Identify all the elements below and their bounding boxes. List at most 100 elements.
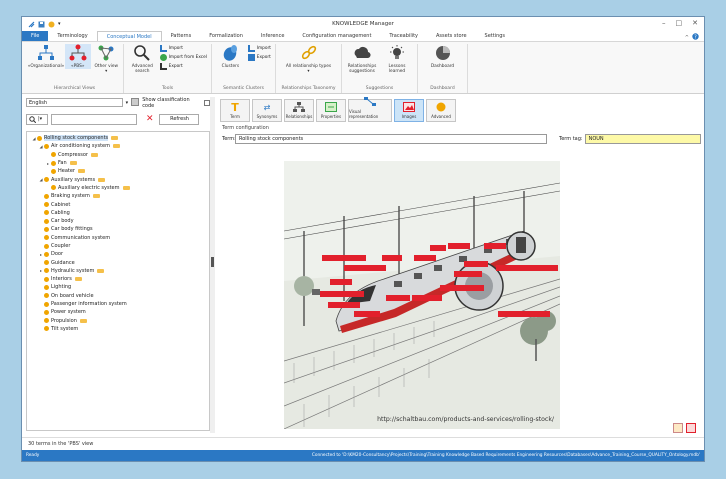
pane-splitter[interactable]: [210, 97, 215, 433]
excel-icon: [159, 54, 167, 61]
tree-item[interactable]: Interiors: [27, 275, 209, 283]
language-select[interactable]: English: [26, 98, 123, 107]
tree-item[interactable]: ◢ Auxiliary systems: [27, 175, 209, 183]
collapse-ribbon-icon[interactable]: ^: [685, 35, 689, 41]
import-excel-button[interactable]: Import from Excel: [159, 54, 207, 61]
tree-item[interactable]: Auxiliary electric system: [27, 184, 209, 192]
tree-item[interactable]: ◢ Air conditioning system: [27, 142, 209, 150]
search-options-button[interactable]: |▾: [26, 113, 48, 125]
folder-icon: [92, 194, 100, 199]
tree-item-label: Heater: [58, 168, 75, 175]
tree-item-label: On board vehicle: [51, 292, 94, 299]
term-configuration-heading: Term configuration: [222, 125, 269, 131]
visual-representation-tool-button[interactable]: Visual representation: [348, 97, 392, 122]
clusters-button[interactable]: Clusters: [216, 44, 245, 69]
maximize-icon[interactable]: □: [676, 19, 683, 27]
organizational-view-button[interactable]: «Organizational»: [28, 44, 64, 69]
term-tool-button[interactable]: T Term: [220, 99, 250, 122]
refresh-button[interactable]: Refresh: [158, 113, 199, 125]
tree-item[interactable]: Guidance: [27, 258, 209, 266]
tree-item[interactable]: Propulsion: [27, 317, 209, 325]
tree-item-label: Cabinet: [51, 201, 71, 208]
tree-item[interactable]: On board vehicle: [27, 292, 209, 300]
tab-patterns[interactable]: Patterns: [162, 31, 201, 41]
relationship-types-button[interactable]: All relationship types ▾: [286, 44, 332, 74]
window-title: KNOWLEDGE Manager: [332, 21, 394, 27]
terms-tree: ◢ Rolling stock components ◢ Air conditioni…: [26, 131, 210, 431]
clear-search-icon[interactable]: ✕: [146, 114, 154, 124]
relationships-suggestions-button[interactable]: Relationships suggestions: [346, 44, 378, 74]
tab-formalization[interactable]: Formalization: [200, 31, 252, 41]
tree-item[interactable]: Passenger information system: [27, 300, 209, 308]
close-icon[interactable]: ✕: [692, 19, 698, 27]
tree-item[interactable]: Braking system: [27, 192, 209, 200]
tree-item[interactable]: Heater: [27, 167, 209, 175]
tree-item[interactable]: Cabinet: [27, 200, 209, 208]
tree-item[interactable]: Tilt system: [27, 325, 209, 333]
tree-item[interactable]: Lighting: [27, 283, 209, 291]
tree-item-label: Air conditioning system: [51, 143, 110, 150]
folder-icon: [98, 177, 106, 182]
clusters-export-button[interactable]: Export: [247, 54, 271, 61]
advanced-tool-button[interactable]: Advanced: [426, 99, 456, 122]
tree-item[interactable]: Cabling: [27, 209, 209, 217]
tab-settings[interactable]: Settings: [476, 31, 515, 41]
tree-item[interactable]: ▸ Hydraulic system: [27, 267, 209, 275]
clusters-import-button[interactable]: Import: [247, 45, 271, 52]
tree-item-label: Auxiliary systems: [51, 176, 96, 183]
image-source-url: http://schaltbau.com/products-and-servic…: [377, 416, 555, 423]
tab-configuration-management[interactable]: Configuration management: [293, 31, 380, 41]
help-area: ^ ?: [685, 33, 699, 42]
tree-item[interactable]: Coupler: [27, 242, 209, 250]
images-tool-button[interactable]: Images: [394, 99, 424, 122]
term-input[interactable]: Rolling stock components: [235, 134, 547, 144]
properties-tool-button[interactable]: Properties: [316, 99, 346, 122]
advanced-search-button[interactable]: Advanced search: [128, 44, 157, 74]
tree-item[interactable]: ▸ Door: [27, 250, 209, 258]
tree-item[interactable]: Compressor: [27, 151, 209, 159]
tree-item-label: Auxiliary electric system: [58, 184, 120, 191]
add-image-icon[interactable]: [673, 423, 683, 433]
help-icon[interactable]: ?: [692, 33, 699, 42]
tree-item[interactable]: Car body: [27, 217, 209, 225]
term-dot-icon: [44, 260, 49, 266]
dropdown-arrow-icon[interactable]: ▾: [126, 100, 129, 106]
term-dot-icon: [44, 202, 49, 208]
folder-icon: [122, 185, 130, 190]
term-dot-icon: [44, 143, 49, 149]
tree-item-label: Compressor: [58, 151, 88, 158]
search-input[interactable]: [51, 113, 137, 125]
delete-image-icon[interactable]: [686, 423, 696, 433]
term-details-pane: T Term ⇄ Synonyms Relationships Properties…: [216, 97, 702, 441]
other-view-button[interactable]: Other view ▾: [94, 44, 120, 74]
tree-item-label: Lighting: [51, 284, 72, 291]
filter-icon[interactable]: [131, 97, 140, 108]
tab-assets-store[interactable]: Assets store: [427, 31, 476, 41]
clusters-icon: [221, 44, 239, 62]
text-t-icon: T: [231, 100, 239, 114]
lessons-learned-button[interactable]: Lessons learned: [381, 44, 413, 74]
tab-conceptual-model[interactable]: Conceptual Model: [96, 31, 162, 41]
group-semantic-clusters: Clusters Import Export Semantic Clusters: [212, 44, 276, 93]
relationships-tool-button[interactable]: Relationships: [284, 99, 314, 122]
tree-item[interactable]: Car body fittings: [27, 225, 209, 233]
tree-item[interactable]: Power system: [27, 308, 209, 316]
tree-item[interactable]: Communication system: [27, 234, 209, 242]
synonyms-tool-button[interactable]: ⇄ Synonyms: [252, 99, 282, 122]
pbs-view-button[interactable]: «PBS»: [65, 44, 91, 69]
minimize-icon[interactable]: –: [662, 19, 666, 27]
term-tag-input[interactable]: NOUN: [584, 134, 701, 144]
tree-item[interactable]: ▸ Fan: [27, 159, 209, 167]
import-button[interactable]: Import: [159, 45, 207, 52]
tree-item-label: Power system: [51, 309, 86, 316]
tree-item[interactable]: ◢ Rolling stock components: [27, 134, 209, 142]
tab-traceability[interactable]: Traceability: [380, 31, 427, 41]
tab-file[interactable]: File: [22, 31, 49, 41]
export-button[interactable]: Export: [159, 63, 207, 70]
tab-inference[interactable]: Inference: [252, 31, 294, 41]
tab-terminology[interactable]: Terminology: [48, 31, 96, 41]
dashboard-button[interactable]: Dashboard: [427, 44, 459, 69]
term-dot-icon: [51, 160, 56, 166]
tree-item-label: Guidance: [51, 259, 75, 266]
export-icon: [247, 54, 255, 61]
